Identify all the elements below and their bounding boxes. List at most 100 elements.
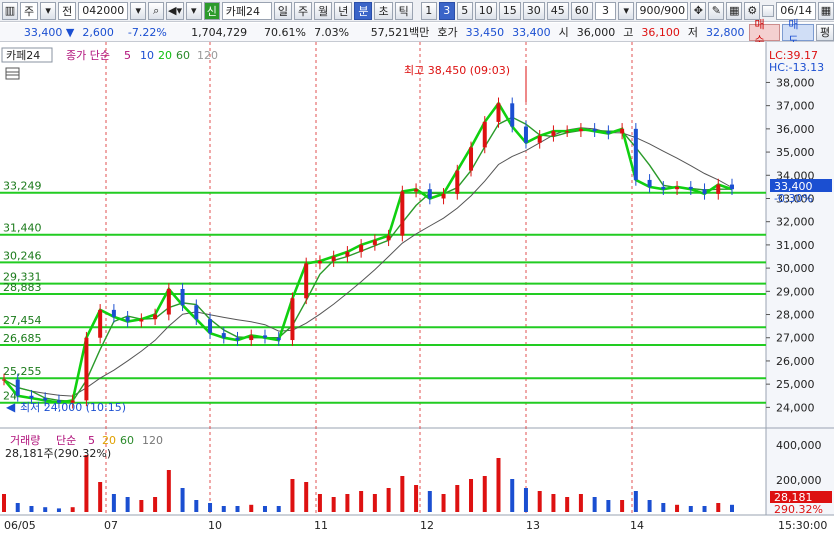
volume-bar [688, 506, 693, 512]
interval-select[interactable]: 3 [594, 1, 617, 20]
volume-bar [427, 491, 432, 512]
tab-interval-1[interactable]: 1 [420, 1, 437, 20]
volume-bar [166, 470, 171, 512]
volume-bar [386, 488, 391, 512]
volume-bar [111, 494, 116, 512]
buy-button[interactable]: 매수 [748, 18, 781, 47]
ma-legend-120: 120 [197, 49, 218, 62]
tab-interval-45[interactable]: 45 [546, 1, 569, 20]
low-price: 32,800 [706, 25, 745, 39]
candle-body [235, 337, 240, 341]
candle-body [606, 131, 611, 134]
volume-bar [414, 485, 419, 512]
open-price: 36,000 [576, 25, 616, 39]
volume-bar [400, 476, 405, 512]
vol-legend-5: 5 [88, 434, 95, 447]
toolbar: ▥ 주 ▾ 전 042000 ▾ ⌕ ◀▾ ▾ 신 카페24 일주월년분초틱 1… [0, 0, 834, 22]
volume-bar [221, 506, 226, 512]
tab-period-5[interactable]: 초 [374, 1, 393, 20]
chevron-down-icon[interactable]: ▾ [130, 1, 147, 20]
candle-body [153, 314, 158, 320]
table-icon[interactable] [5, 67, 20, 80]
tab-interval-10[interactable]: 10 [474, 1, 497, 20]
volume-bar [345, 494, 350, 512]
tab-interval-30[interactable]: 30 [522, 1, 545, 20]
volume-bar [469, 479, 474, 512]
volume-bar [125, 497, 130, 512]
volume-bar [70, 507, 75, 512]
volume-bar [84, 455, 89, 512]
volume-bar [606, 500, 611, 512]
tab-interval-3[interactable]: 3 [438, 1, 455, 20]
chevron-down-icon[interactable]: ▾ [40, 1, 57, 20]
menu-icon[interactable]: ▥ [2, 1, 18, 20]
level-label: 30,246 [3, 249, 42, 262]
crosshair-icon[interactable]: ✥ [690, 1, 707, 20]
tab-period-2[interactable]: 월 [314, 1, 333, 20]
indicator-tag[interactable]: 신 [203, 1, 220, 20]
tab-period-3[interactable]: 년 [334, 1, 353, 20]
candle-body [262, 335, 267, 338]
chart-area[interactable]: 33,24931,44030,24629,33128,88327,45426,6… [0, 42, 834, 535]
tab-period-6[interactable]: 틱 [394, 1, 413, 20]
candle-body [455, 170, 460, 194]
candle-body [359, 244, 364, 252]
eval-button[interactable]: 평 [816, 23, 834, 41]
volume-bar [716, 503, 721, 512]
min-marker: 최저 24,000 (10:15) [20, 401, 126, 414]
volume-bar [262, 506, 267, 512]
volume-bar [592, 497, 597, 512]
volume-bar [304, 482, 309, 512]
x-axis-label: 10 [208, 519, 222, 532]
price-tick-label: 24,000 [776, 401, 815, 414]
price-tick-label: 30,000 [776, 262, 815, 275]
mode-select[interactable]: 주 [20, 1, 39, 20]
volume-bar [15, 503, 20, 512]
volume-bar [661, 503, 666, 512]
code-input[interactable]: 042000 [78, 1, 129, 20]
candle-body [29, 395, 34, 399]
volume-bar [235, 506, 240, 512]
current-price: 33,400 ▼ [23, 25, 75, 39]
draw-icon[interactable]: ✎ [708, 1, 725, 20]
vol-legend-prefix: 단순 [56, 434, 76, 447]
x-axis-label: 13 [526, 519, 540, 532]
candle-body [730, 184, 734, 190]
calendar-icon[interactable]: ▦ [818, 1, 834, 20]
candle-body [249, 335, 254, 341]
candle-body [345, 251, 350, 257]
level-label: 27,454 [3, 314, 42, 327]
volume-bar [43, 507, 48, 512]
candle-body [675, 186, 680, 190]
search-icon[interactable]: ⌕ [148, 1, 165, 20]
indicator-name[interactable]: 카페24 [221, 1, 272, 20]
tab-period-0[interactable]: 일 [273, 1, 292, 20]
tab-interval-15[interactable]: 15 [498, 1, 521, 20]
volume-bar [482, 476, 487, 512]
type-select[interactable]: 전 [58, 1, 77, 20]
grid-icon[interactable]: ▦ [726, 1, 743, 20]
tab-period-4[interactable]: 분 [354, 1, 373, 20]
chevron-down-icon[interactable]: ▾ [618, 1, 635, 20]
tab-period-1[interactable]: 주 [293, 1, 313, 20]
volume-bar [2, 494, 6, 512]
price-tick-label: 25,000 [776, 378, 815, 391]
count-display[interactable]: 900/900 [636, 1, 689, 20]
candle-body [427, 189, 432, 199]
sell-button[interactable]: 매도 [782, 18, 815, 47]
checkbox[interactable] [762, 4, 775, 17]
candle-body [523, 126, 528, 143]
speaker-icon[interactable]: ◀▾ [166, 1, 184, 20]
volume-bar [730, 504, 734, 512]
candle-body [317, 261, 322, 264]
tab-interval-5[interactable]: 5 [456, 1, 473, 20]
price-tick-label: 36,000 [776, 123, 815, 136]
candle-body [716, 184, 721, 194]
candle-body [180, 288, 185, 306]
high-label: 고 [623, 26, 634, 39]
volume-bar [139, 500, 144, 512]
tab-interval-60[interactable]: 60 [570, 1, 593, 20]
level-label: 25,255 [3, 365, 42, 378]
chevron-down-icon[interactable]: ▾ [185, 1, 202, 20]
vol-legend-20: 20 [102, 434, 116, 447]
